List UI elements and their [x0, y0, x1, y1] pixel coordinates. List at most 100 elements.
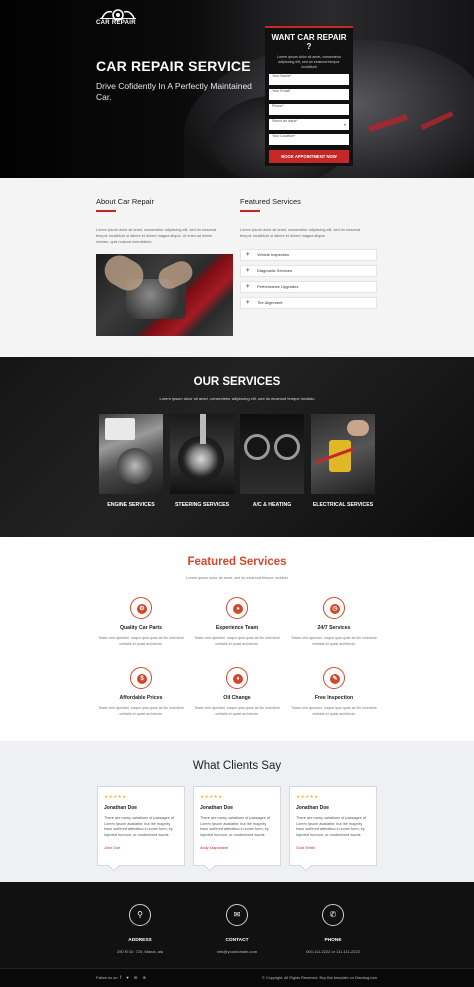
- contact-section: ⚲ ADDRESS 250 El Dr. 725, Manai, ala ✉ C…: [0, 882, 474, 968]
- issue-select[interactable]: Select an issue* ▾: [269, 119, 349, 130]
- phone-label: PHONE: [324, 938, 342, 943]
- contact-value[interactable]: info@yourdomain.com: [189, 949, 285, 954]
- hero-subtitle: Drive Cofidently In A Perfectly Maintain…: [96, 81, 252, 102]
- featured-list-underline: [240, 210, 260, 212]
- price-tag-icon: $: [130, 667, 152, 689]
- tile-label-steering: STEERING SERVICES: [174, 502, 230, 508]
- person-icon: ●: [226, 597, 248, 619]
- tile-label-engine: ENGINE SERVICES: [107, 502, 155, 508]
- feature-experience-team: ● Experience Team Totam rem aperiam, eaq…: [192, 597, 282, 647]
- feature-description: Totam rem aperiam, eaque ipsa quae ab il…: [194, 706, 280, 716]
- phone-field[interactable]: Phone*: [269, 104, 349, 115]
- feature-title: Free Inspection: [314, 695, 354, 701]
- testimonial-name: Jonathan Doe: [104, 805, 138, 811]
- testimonial-quote: There are many variations of passages of…: [200, 816, 270, 837]
- hero-section: CAR REPAIR CAR REPAIR SERVICE Drive Cofi…: [0, 0, 474, 178]
- car-repair-logo-icon[interactable]: [96, 6, 140, 30]
- map-pin-icon: ⚲: [129, 904, 151, 926]
- hero-title: CAR REPAIR SERVICE: [96, 58, 251, 74]
- engine-services-image[interactable]: [99, 414, 163, 494]
- logo-text: CAR REPAIR: [96, 20, 136, 26]
- contact-label: CONTACT: [225, 938, 249, 943]
- contact-email: ✉ CONTACT info@yourdomain.com: [189, 904, 285, 954]
- plus-icon: +: [246, 268, 250, 274]
- featured-list-text: Lorem ipsum dolor sit amet, consectetur …: [240, 228, 361, 238]
- feature-title: Quality Car Parts: [119, 625, 163, 631]
- testimonial-name: Jonathan Doe: [296, 805, 330, 811]
- tile-label-electrical: ELECTRICAL SERVICES: [312, 502, 374, 508]
- address-label: ADDRESS: [128, 938, 152, 943]
- our-services-subtitle: Lorem ipsum dolor sit amet, consectetur …: [159, 396, 315, 401]
- testimonial-card: ★★★★★ Jonathan Doe There are many variat…: [193, 786, 281, 872]
- feature-description: Totam rem aperiam, eaque ipsa quae ab il…: [98, 706, 184, 716]
- social-icons[interactable]: f ♥ ✉ ⊕: [120, 975, 148, 980]
- copyright-text: © Copyright. All Rights Reserved. Buy th…: [262, 976, 378, 980]
- book-appointment-button[interactable]: BOOK APPOINTMENT NOW: [269, 150, 349, 163]
- footer: Follow us on: f ♥ ✉ ⊕ © Copyright. All R…: [0, 968, 474, 987]
- form-title: WANT CAR REPAIR ?: [271, 33, 347, 51]
- testimonial-quote: There are many variations of passages of…: [104, 816, 174, 837]
- service-item-label: Performance Upgrades: [257, 284, 299, 289]
- location-field[interactable]: Your Location*: [269, 134, 349, 145]
- clock-icon: ◷: [323, 597, 345, 619]
- rating-stars-icon: ★★★★★: [104, 794, 127, 799]
- about-text: Lorem ipsum dolor sit amet, consectetur …: [96, 228, 217, 244]
- steering-services-image[interactable]: [170, 414, 234, 494]
- testimonial-quote: There are many variations of passages of…: [296, 816, 366, 837]
- testimonial-card: ★★★★★ Jonathan Doe There are many variat…: [97, 786, 185, 872]
- envelope-icon: ✉: [226, 904, 248, 926]
- service-item-performance[interactable]: + Performance Upgrades: [240, 281, 377, 293]
- testimonial-author: Gold Smith: [296, 846, 315, 851]
- oil-drop-icon: ♦: [226, 667, 248, 689]
- featured-list-heading: Featured Services: [240, 197, 301, 206]
- feature-description: Totam rem aperiam, eaque ipsa quae ab il…: [291, 706, 377, 716]
- our-services-section: OUR SERVICES Lorem ipsum dolor sit amet,…: [0, 357, 474, 537]
- testimonials-section: What Clients Say ★★★★★ Jonathan Doe Ther…: [0, 741, 474, 882]
- engine-repair-image: [96, 254, 233, 336]
- feature-title: Oil Change: [223, 695, 251, 701]
- feature-free-inspection: ✎ Free Inspection Totam rem aperiam, eaq…: [289, 667, 379, 717]
- our-services-title: OUR SERVICES: [193, 376, 281, 388]
- rating-stars-icon: ★★★★★: [200, 794, 223, 799]
- service-item-vehicle-inspection[interactable]: + Vehicle Inspection: [240, 249, 377, 261]
- about-heading-underline: [96, 210, 116, 212]
- feature-title: 24/7 Services: [317, 625, 351, 631]
- address-value: 250 El Dr. 725, Manai, ala: [116, 949, 164, 954]
- testimonial-author: John Doe: [104, 846, 121, 851]
- feature-description: Totam rem aperiam, eaque ipsa quae ab il…: [291, 636, 377, 646]
- feature-title: Experience Team: [215, 625, 259, 631]
- service-item-diagnostic[interactable]: + Diagnostic Services: [240, 265, 377, 277]
- rating-stars-icon: ★★★★★: [296, 794, 319, 799]
- electrical-services-image[interactable]: [311, 414, 375, 494]
- gears-icon: ⚙: [130, 597, 152, 619]
- feature-affordable-prices: $ Affordable Prices Totam rem aperiam, e…: [96, 667, 186, 717]
- chevron-down-icon: ▾: [343, 122, 346, 127]
- feature-quality-car-parts: ⚙ Quality Car Parts Totam rem aperiam, e…: [96, 597, 186, 647]
- about-heading: About Car Repair: [96, 197, 154, 206]
- featured-title: Featured Services: [187, 556, 287, 568]
- name-field[interactable]: Your Name*: [269, 74, 349, 85]
- featured-services-section: Featured Services Lorem ipsum dolor sit …: [0, 537, 474, 741]
- service-item-label: Diagnostic Services: [257, 268, 293, 273]
- feature-oil-change: ♦ Oil Change Totam rem aperiam, eaque ip…: [192, 667, 282, 717]
- service-item-label: Vehicle Inspection: [257, 252, 290, 257]
- phone-value[interactable]: 000-111-2222 or 111-111-2222: [285, 949, 381, 954]
- service-item-label: Tire Alignment: [257, 300, 283, 305]
- contact-phone: ✆ PHONE 000-111-2222 or 111-111-2222: [285, 904, 381, 954]
- phone-icon: ✆: [322, 904, 344, 926]
- contact-address: ⚲ ADDRESS 250 El Dr. 725, Manai, ala: [92, 904, 188, 954]
- feature-24-7-services: ◷ 24/7 Services Totam rem aperiam, eaque…: [289, 597, 379, 647]
- tile-label-ac-heating: A/C & HEATING: [252, 502, 292, 508]
- plus-icon: +: [246, 252, 250, 258]
- email-field[interactable]: Your Email*: [269, 89, 349, 100]
- testimonial-name: Jonathan Doe: [200, 805, 234, 811]
- follow-us-label: Follow us on:: [96, 976, 119, 980]
- featured-subtitle: Lorem ipsum dolor sit amet, sed do eiusm…: [186, 576, 288, 580]
- feature-title: Affordable Prices: [119, 695, 163, 701]
- testimonial-author: Andy Diaptarane: [200, 846, 229, 851]
- feature-description: Totam rem aperiam, eaque ipsa quae ab il…: [194, 636, 280, 646]
- plus-icon: +: [246, 284, 250, 290]
- service-item-tire-alignment[interactable]: + Tire Alignment: [240, 297, 377, 309]
- ac-heating-image[interactable]: [240, 414, 304, 494]
- plus-icon: +: [246, 300, 250, 306]
